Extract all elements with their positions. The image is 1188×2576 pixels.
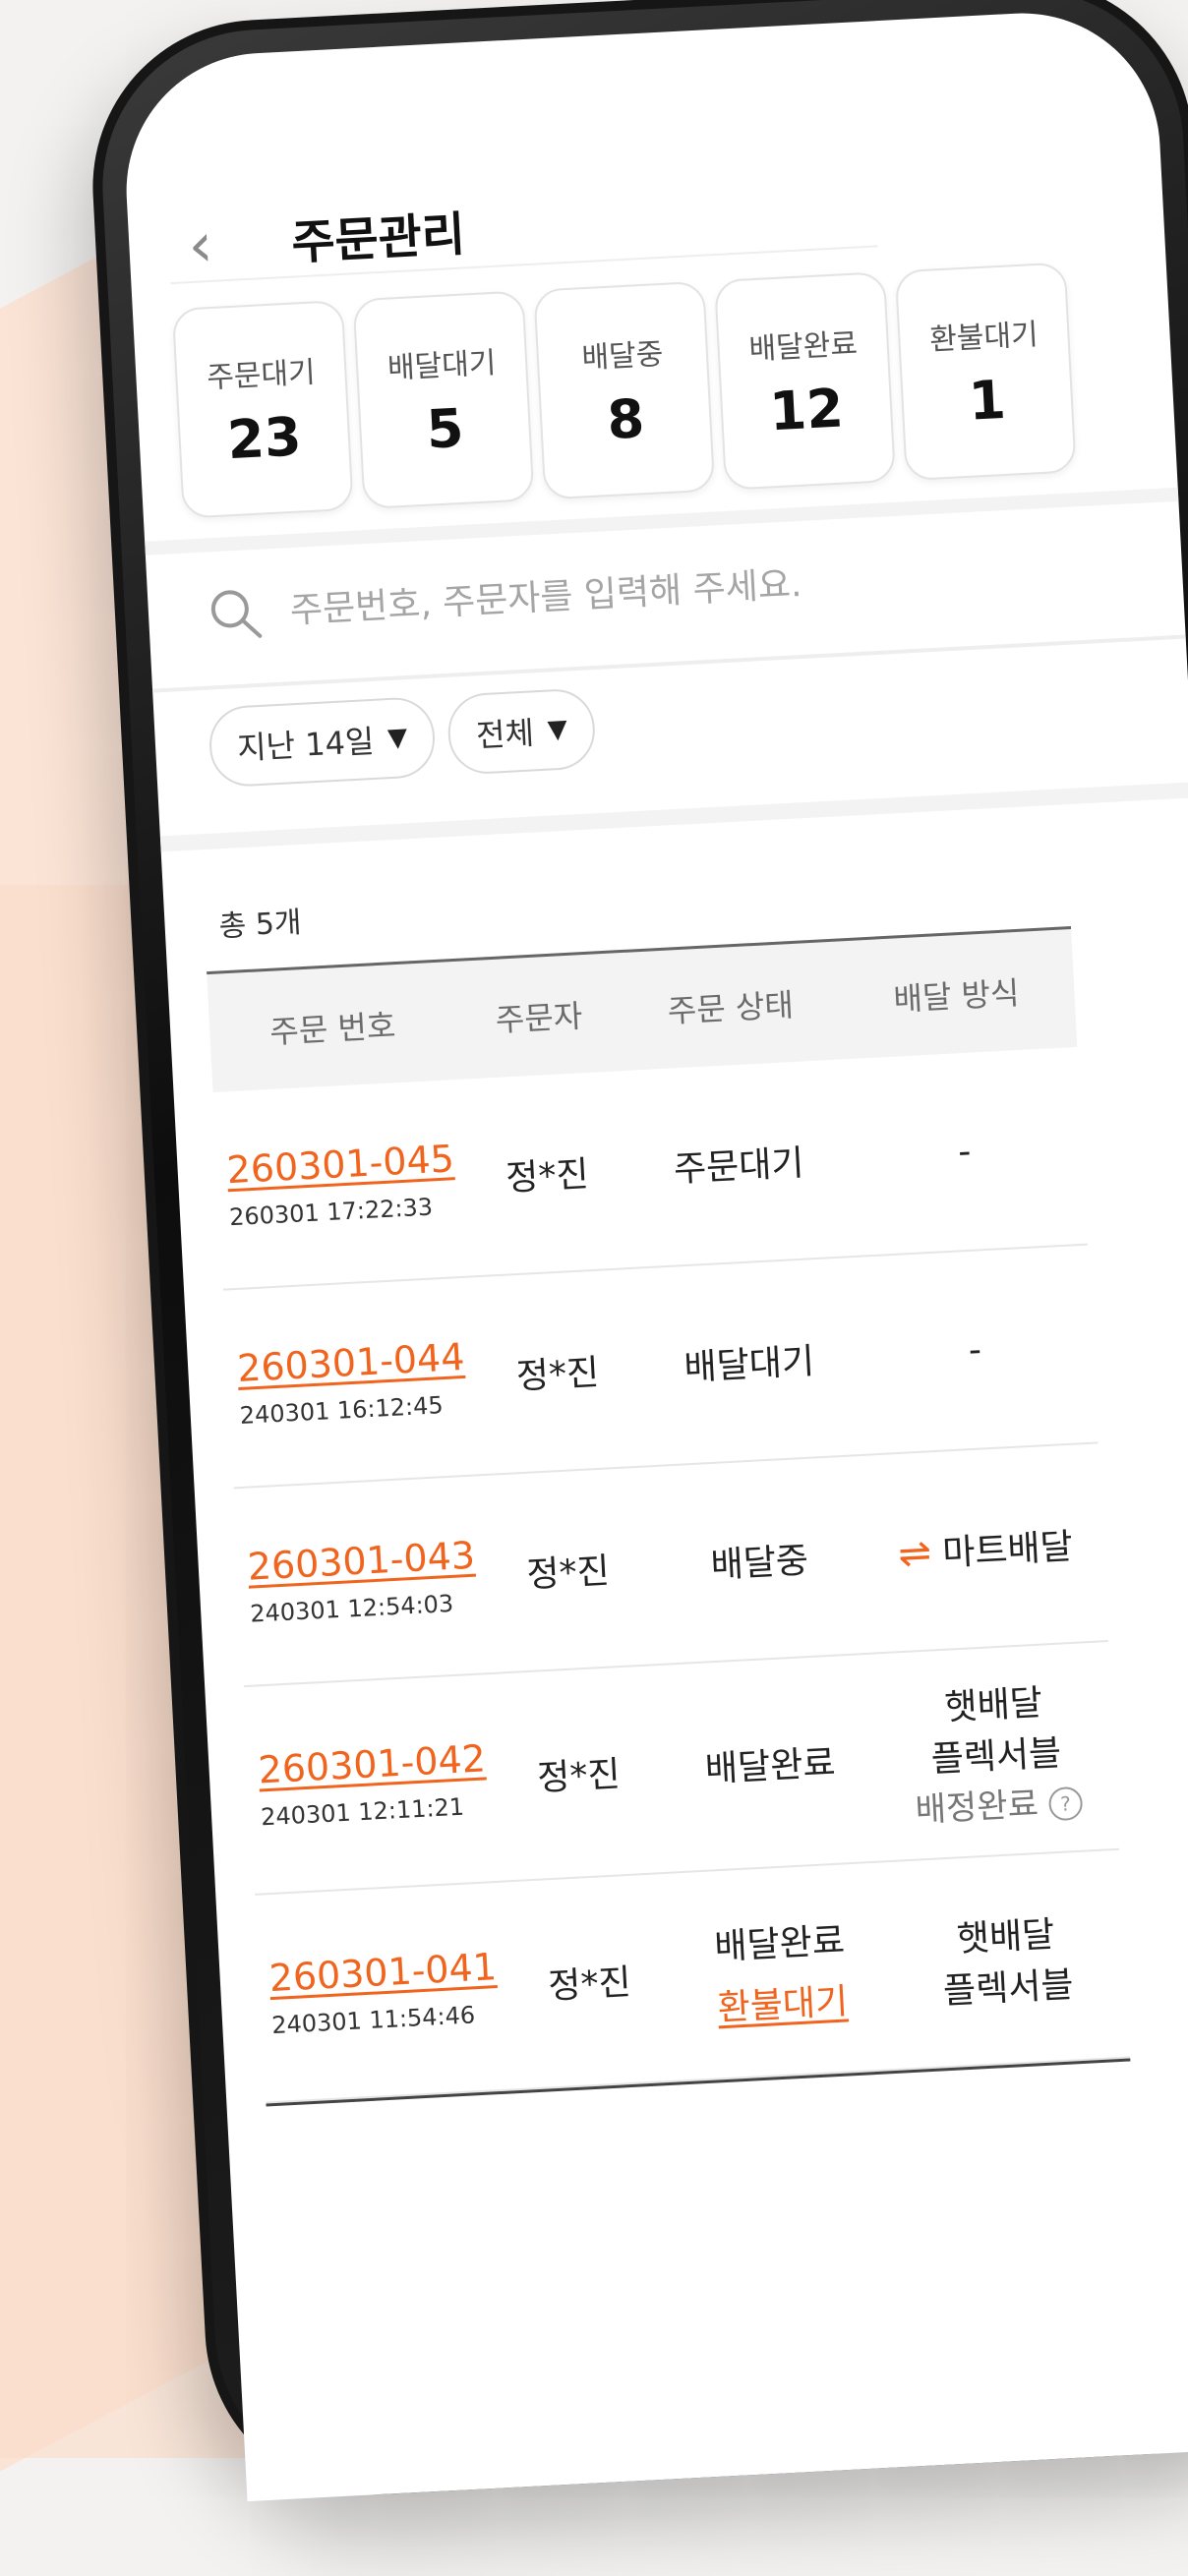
delivery-method: ⇌ 마트배달 xyxy=(866,1516,1104,1579)
delivery-method: - xyxy=(957,1131,973,1172)
order-time: 240301 16:12:45 xyxy=(239,1391,445,1430)
stat-label: 주문대기 xyxy=(206,355,317,395)
customer-name: 정*진 xyxy=(505,1154,590,1200)
total-count: 총 5개 xyxy=(217,906,303,945)
order-cell: 260301-043 240301 12:54:03 xyxy=(237,1533,487,1628)
order-number-link[interactable]: 260301-041 xyxy=(259,1945,506,2001)
swap-arrows-icon: ⇌ xyxy=(897,1530,933,1578)
stat-delivering[interactable]: 배달중 8 xyxy=(533,280,716,500)
delivery-method: 햇배달 플렉서블 배정완료 ? xyxy=(874,1670,1118,1833)
order-time: 240301 11:54:46 xyxy=(270,2001,476,2040)
stat-count: 5 xyxy=(425,396,465,461)
order-number-link[interactable]: 260301-042 xyxy=(248,1736,496,1792)
order-number-link[interactable]: 260301-043 xyxy=(237,1533,485,1589)
order-status: 주문대기 xyxy=(673,1142,805,1191)
help-icon[interactable]: ? xyxy=(1047,1786,1084,1822)
order-status: 배달대기 xyxy=(683,1341,816,1389)
page-title: 주문관리 xyxy=(290,206,467,271)
header-customer: 주문자 xyxy=(494,997,584,1039)
stat-count: 23 xyxy=(225,404,303,471)
chevron-down-icon: ▼ xyxy=(547,714,568,745)
search-input[interactable] xyxy=(286,550,1040,632)
status-filter[interactable]: 전체 ▼ xyxy=(446,687,597,776)
order-cell: 260301-044 240301 16:12:45 xyxy=(226,1335,476,1431)
period-filter[interactable]: 지난 14일 ▼ xyxy=(208,695,438,789)
header-delivery-method: 배달 방식 xyxy=(892,973,1021,1019)
order-status-label: 배달완료 xyxy=(713,1920,846,1968)
customer-name: 정*진 xyxy=(536,1754,622,1799)
stat-count: 8 xyxy=(605,386,646,451)
status-filter-label: 전체 xyxy=(475,714,535,755)
stat-order-waiting[interactable]: 주문대기 23 xyxy=(171,299,354,519)
stat-count: 1 xyxy=(967,368,1008,433)
order-number-link[interactable]: 260301-045 xyxy=(216,1137,464,1193)
stat-delivered[interactable]: 배달완료 12 xyxy=(714,271,896,491)
delivery-method-label: 마트배달 xyxy=(941,1526,1074,1574)
stat-count: 12 xyxy=(767,376,846,442)
header: ‹ 주문관리 xyxy=(164,125,1054,289)
stat-delivery-waiting[interactable]: 배달대기 5 xyxy=(352,290,535,510)
order-time: 240301 12:11:21 xyxy=(260,1792,465,1832)
period-filter-label: 지난 14일 xyxy=(236,722,376,768)
order-status: 배달완료 환불대기 xyxy=(670,1909,892,2032)
app-screen: ‹ 주문관리 주문대기 23 배달대기 5 배달중 8 배달완료 12 환불대기 xyxy=(119,6,1188,2502)
stat-label: 배달대기 xyxy=(386,345,498,386)
delivery-method-line2: 플렉서블 xyxy=(942,1964,1075,2013)
section-divider xyxy=(159,782,1188,852)
stat-refund-waiting[interactable]: 환불대기 1 xyxy=(894,262,1077,482)
customer-name: 정*진 xyxy=(525,1551,611,1596)
header-order-number: 주문 번호 xyxy=(268,1007,397,1051)
filter-bar: 지난 14일 ▼ 전체 ▼ xyxy=(208,687,597,789)
status-summary: 주문대기 23 배달대기 5 배달중 8 배달완료 12 환불대기 1 xyxy=(171,262,1077,519)
delivery-method: - xyxy=(967,1328,982,1371)
search-bar[interactable] xyxy=(186,532,1054,656)
order-status: 배달완료 xyxy=(703,1742,837,1790)
stat-label: 배달중 xyxy=(580,336,665,376)
order-number-link[interactable]: 260301-044 xyxy=(226,1335,474,1391)
customer-name: 정*진 xyxy=(514,1352,601,1398)
stat-label: 환불대기 xyxy=(928,317,1040,358)
order-status: 배달중 xyxy=(709,1540,810,1587)
order-time: 260301 17:22:33 xyxy=(228,1193,434,1232)
chevron-down-icon: ▼ xyxy=(386,723,408,754)
order-time: 240301 12:54:03 xyxy=(249,1589,454,1628)
back-chevron-icon[interactable]: ‹ xyxy=(187,208,215,281)
header-order-status: 주문 상태 xyxy=(666,985,795,1030)
search-icon xyxy=(210,590,263,638)
order-cell: 260301-045 260301 17:22:33 xyxy=(216,1137,466,1232)
order-cell: 260301-041 240301 11:54:46 xyxy=(259,1945,508,2040)
stat-label: 배달완료 xyxy=(747,326,859,367)
customer-name: 정*진 xyxy=(547,1961,632,2008)
order-cell: 260301-042 240301 12:11:21 xyxy=(248,1736,498,1832)
delivery-method: 햇배달 플렉서블 xyxy=(886,1903,1127,2017)
orders-table: 주문 번호 주문자 주문 상태 배달 방식 260301-045 260301 … xyxy=(207,926,1131,2107)
phone-frame: ‹ 주문관리 주문대기 23 배달대기 5 배달중 8 배달완료 12 환불대기 xyxy=(84,0,1188,2503)
refund-waiting-link[interactable]: 환불대기 xyxy=(674,1970,892,2032)
assignment-status-label: 배정완료 xyxy=(914,1784,1040,1831)
